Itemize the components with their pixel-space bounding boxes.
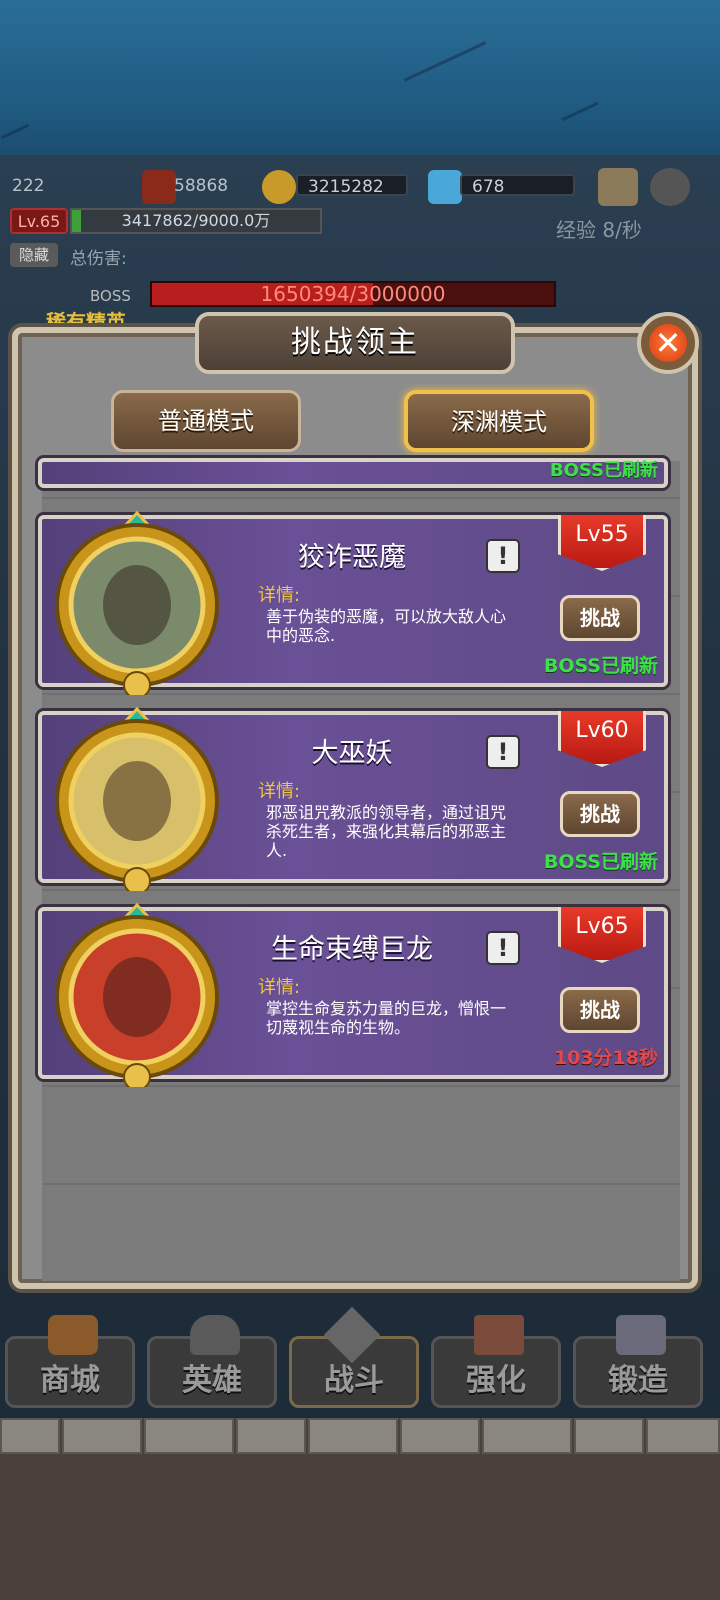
- sky-streak: [561, 101, 599, 122]
- player-id: 222: [12, 176, 45, 196]
- detail-label: 详情:: [258, 977, 301, 998]
- hammer-icon: [474, 1315, 524, 1355]
- boss-level-badge: Lv55: [558, 515, 646, 571]
- close-button[interactable]: ✕: [637, 312, 699, 374]
- total-damage-label: 总伤害:: [70, 249, 127, 269]
- wall-brick: [308, 1418, 398, 1454]
- info-icon[interactable]: !: [486, 931, 520, 965]
- gear-icon[interactable]: [650, 168, 690, 206]
- sky-background: [0, 0, 720, 155]
- nav-enhance[interactable]: 强化: [431, 1315, 561, 1408]
- boss-description: 掌控生命复苏力量的巨龙，憎恨一切蔑视生命的生物。: [266, 999, 507, 1037]
- shop-icon: [48, 1315, 98, 1355]
- wall-brick: [574, 1418, 644, 1454]
- wall-brick: [62, 1418, 142, 1454]
- gem-value: 678: [460, 174, 575, 197]
- boss-name: 大巫妖: [311, 738, 393, 769]
- info-icon[interactable]: !: [486, 735, 520, 769]
- xp-text: 3417862/9000.0万: [121, 211, 271, 230]
- info-icon[interactable]: !: [486, 539, 520, 573]
- boss-portrait-medal: [42, 505, 232, 699]
- gold-value: 3215282: [296, 174, 408, 197]
- abyss-mode-button[interactable]: 深渊模式: [404, 390, 594, 452]
- attack-value: 58868: [174, 176, 229, 196]
- boss-level-badge: Lv60: [558, 711, 646, 767]
- boss-status: BOSS已刷新: [543, 655, 658, 677]
- detail-label: 详情:: [258, 585, 301, 606]
- nav-forge[interactable]: 锻造: [573, 1315, 703, 1408]
- boss-status: BOSS已刷新: [543, 851, 658, 873]
- nav-label: 锻造: [608, 1363, 668, 1398]
- wall-brick: [400, 1418, 480, 1454]
- bottom-nav: 商城 英雄 战斗 强化 锻造: [0, 1306, 720, 1418]
- nav-hero[interactable]: 英雄: [147, 1315, 277, 1408]
- hero-helmet-icon: [190, 1315, 240, 1355]
- nav-label: 战斗: [324, 1363, 384, 1398]
- exp-rate: 经验 8/秒: [556, 218, 642, 242]
- gem-icon[interactable]: [428, 170, 462, 204]
- attack-icon: [142, 170, 176, 204]
- nav-label: 英雄: [182, 1363, 242, 1398]
- stone-wall-footer: [0, 1418, 720, 1600]
- boss-card-partial: BOSS已刷新: [38, 458, 668, 488]
- wall-brick: [646, 1418, 720, 1454]
- nav-battle[interactable]: 战斗: [289, 1306, 419, 1408]
- wall-brick: [0, 1418, 60, 1454]
- close-icon: ✕: [649, 324, 687, 362]
- gold-icon[interactable]: [262, 170, 296, 204]
- boss-description: 邪恶诅咒教派的领导者，通过诅咒杀死生者，来强化其幕后的邪恶主人.: [266, 803, 507, 860]
- boss-level-badge: Lv65: [558, 907, 646, 963]
- nav-label: 强化: [466, 1363, 526, 1398]
- normal-mode-button[interactable]: 普通模式: [111, 390, 301, 452]
- wall-brick: [236, 1418, 306, 1454]
- boss-portrait-medal: [42, 897, 232, 1091]
- sky-streak: [403, 41, 487, 82]
- xp-bar-fill: [72, 210, 82, 232]
- challenge-button[interactable]: 挑战: [560, 791, 640, 837]
- nav-label: 商城: [40, 1363, 100, 1398]
- boss-portrait-medal: [42, 701, 232, 895]
- boss-name: 生命束缚巨龙: [271, 934, 433, 965]
- hide-button[interactable]: 隐藏: [10, 243, 58, 267]
- challenge-button[interactable]: 挑战: [560, 595, 640, 641]
- boss-name: 狡诈恶魔: [298, 542, 406, 573]
- challenge-button[interactable]: 挑战: [560, 987, 640, 1033]
- wall-brick: [482, 1418, 572, 1454]
- detail-label: 详情:: [258, 781, 301, 802]
- nav-shop[interactable]: 商城: [5, 1315, 135, 1408]
- sky-streak: [0, 123, 30, 140]
- boss-status: 103分18秒: [553, 1047, 658, 1069]
- boss-hp-text: 1650394/3000000: [260, 282, 446, 306]
- wall-brick: [144, 1418, 234, 1454]
- boss-hp-bar: 1650394/3000000: [150, 281, 556, 307]
- boss-status: BOSS已刷新: [549, 460, 658, 481]
- boss-description: 善于伪装的恶魔，可以放大敌人心中的恶念.: [266, 607, 507, 645]
- quest-book-icon[interactable]: [598, 168, 638, 206]
- xp-bar: 3417862/9000.0万: [70, 208, 322, 234]
- player-level: Lv.65: [10, 208, 68, 234]
- dialog-title: 挑战领主: [195, 312, 515, 374]
- anvil-icon: [616, 1315, 666, 1355]
- boss-label: BOSS: [90, 287, 131, 305]
